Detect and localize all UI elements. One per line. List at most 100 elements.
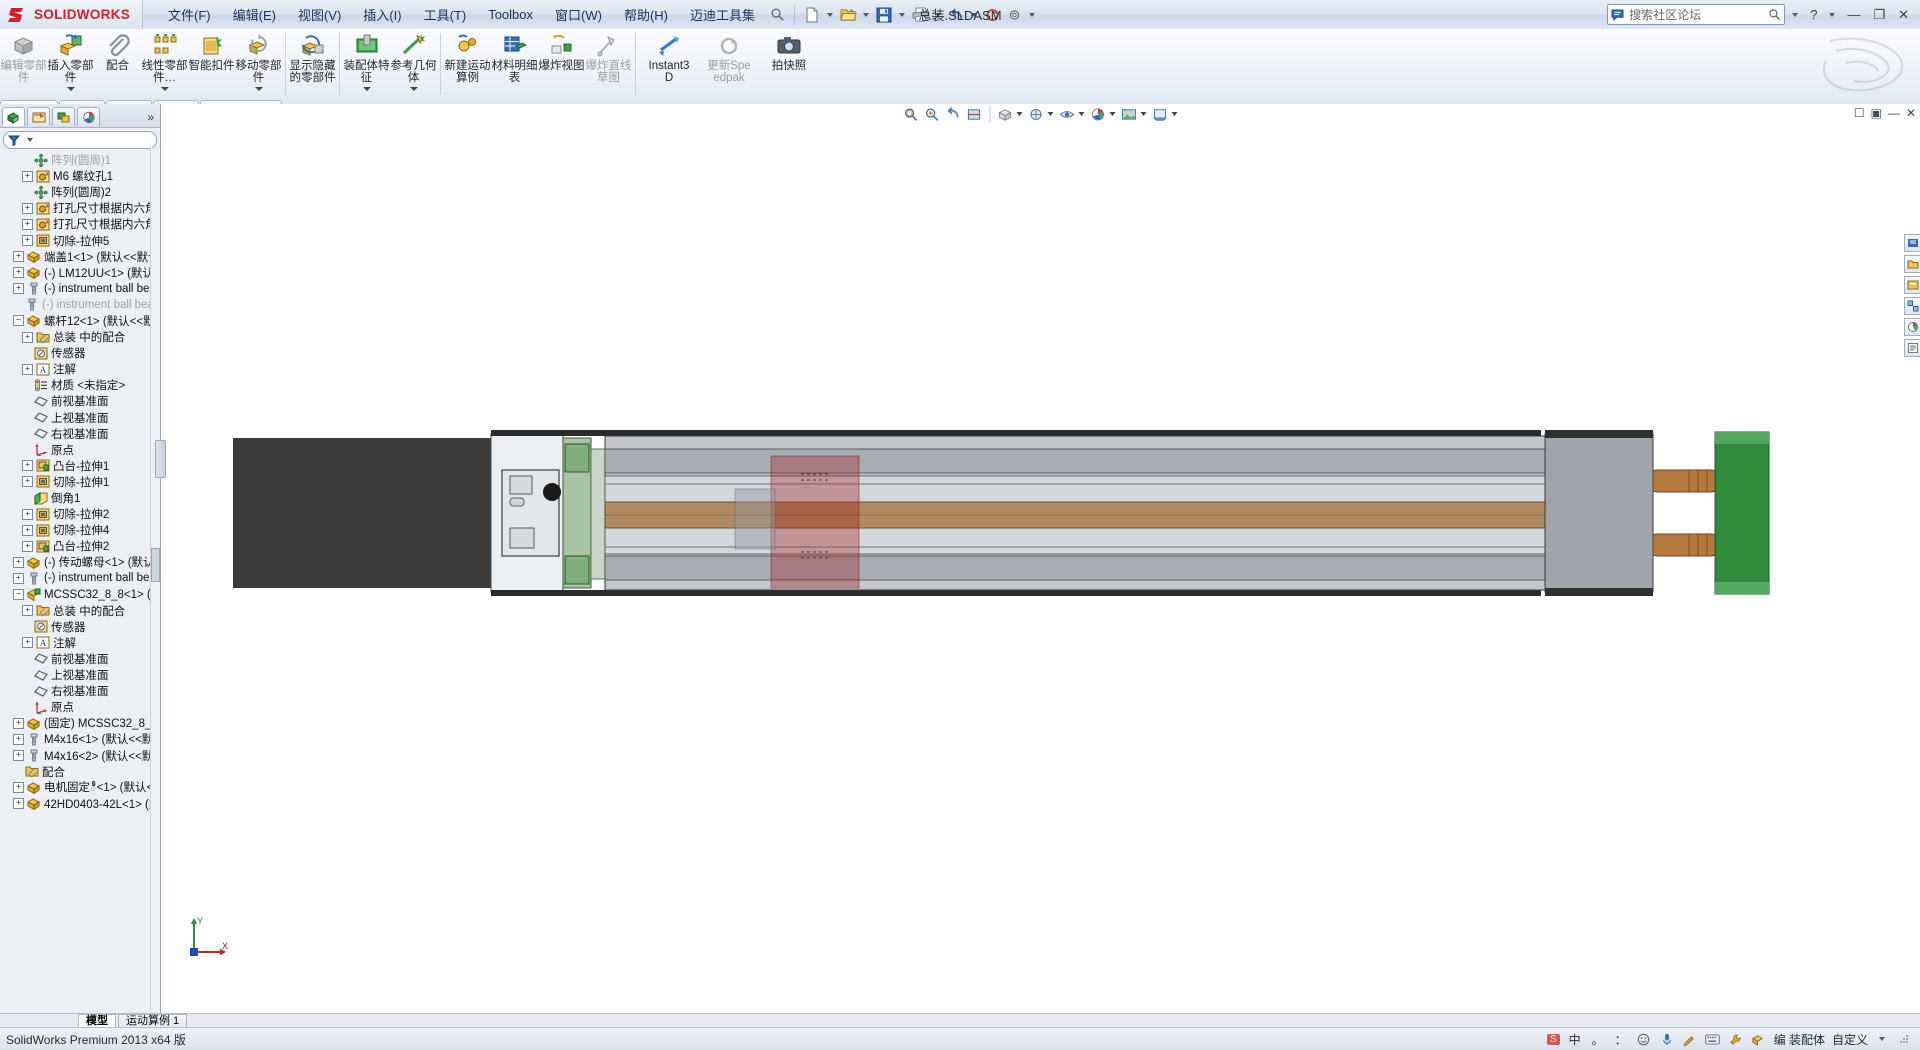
tree-item[interactable]: 倒角1 xyxy=(0,490,160,506)
tree-expand-button[interactable]: + xyxy=(13,283,24,295)
ribbon-show-hidden-components[interactable]: 显示隐藏的零部件 xyxy=(289,29,336,103)
tree-item[interactable]: 右视基准面 xyxy=(0,683,160,699)
tree-expand-button[interactable]: + xyxy=(13,750,24,762)
menu-maidi-toolset[interactable]: 迈迪工具集 xyxy=(679,1,766,28)
restore-button[interactable]: ❐ xyxy=(1868,6,1890,24)
ribbon-linear-component-pattern[interactable]: 线性零部件… xyxy=(141,29,188,103)
tree-expand-button[interactable]: + xyxy=(22,235,33,247)
ribbon-bill-of-materials[interactable]: 材料明细表 xyxy=(491,29,538,103)
panel-splitter-handle[interactable] xyxy=(155,440,166,478)
ribbon-edit-component[interactable]: 编辑零部件 xyxy=(0,29,47,103)
menu-edit[interactable]: 编辑(E) xyxy=(222,1,287,28)
print-caret-icon[interactable] xyxy=(935,12,941,17)
tree-item[interactable]: 前视基准面 xyxy=(0,651,160,667)
tree-item[interactable]: 原点 xyxy=(0,699,160,715)
keyboard-icon[interactable] xyxy=(1705,1031,1721,1047)
view-palette-icon[interactable] xyxy=(1904,297,1920,315)
tree-item[interactable]: + 切除-拉伸1 xyxy=(0,474,160,490)
tree-item[interactable]: − MCSSC32_8_8<1> (MCS xyxy=(0,587,160,603)
chinese-mode-icon[interactable]: 中 xyxy=(1567,1031,1583,1047)
tree-item[interactable]: + 切除-拉伸2 xyxy=(0,506,160,522)
punctuation-icon[interactable]: 。 xyxy=(1590,1031,1606,1047)
ribbon-update-speedpak[interactable]: 更新Speedpak xyxy=(699,29,759,103)
scroll-thumb[interactable] xyxy=(151,547,160,582)
options-gear-icon[interactable] xyxy=(1003,4,1025,26)
tree-item[interactable]: 右视基准面 xyxy=(0,426,160,442)
save-icon[interactable] xyxy=(873,4,895,26)
tree-expand-button[interactable]: + xyxy=(13,782,24,794)
units-caret-icon[interactable] xyxy=(1879,1037,1885,1041)
file-explorer-icon[interactable] xyxy=(1904,276,1920,294)
sogou-icon[interactable]: S xyxy=(1546,1033,1560,1045)
tree-item[interactable]: + (固定) MCSSC32_8_8 xyxy=(0,715,160,731)
tree-item[interactable]: + 端盖1<1> (默认<<默认> xyxy=(0,249,160,265)
save-caret-icon[interactable] xyxy=(899,12,905,17)
tree-expand-button[interactable]: + xyxy=(13,798,24,810)
tree-item[interactable]: + M4x16<2> (默认<<默 xyxy=(0,747,160,763)
tree-item[interactable]: 阵列(圆周)1 xyxy=(0,152,160,168)
menu-window[interactable]: 窗口(W) xyxy=(544,1,613,28)
ribbon-move-component[interactable]: 移动零部件 xyxy=(235,29,282,103)
tree-expand-button[interactable]: + xyxy=(22,170,33,182)
design-library-icon[interactable] xyxy=(1904,255,1920,273)
magnifier-icon[interactable] xyxy=(1768,8,1781,21)
filter-caret-icon[interactable] xyxy=(27,138,33,142)
feature-tree[interactable]: 阵列(圆周)1 + M6 螺纹孔1 阵列(圆周)2 + 打孔尺寸根据内六角墅 + 打孔尺寸根据… xyxy=(0,150,160,1016)
ribbon-exploded-view[interactable]: 爆炸视图 xyxy=(538,29,585,103)
tree-item[interactable]: 原点 xyxy=(0,442,160,458)
search-icon[interactable] xyxy=(766,4,788,26)
ribbon-mate[interactable]: 配合 xyxy=(94,29,141,103)
tree-item[interactable]: + 切除-拉伸5 xyxy=(0,232,160,248)
ribbon-explode-line-sketch[interactable]: 爆炸直线草图 xyxy=(585,29,632,103)
tree-item[interactable]: 传感器 xyxy=(0,619,160,635)
tree-item[interactable]: + M4x16<1> (默认<<默 xyxy=(0,731,160,747)
tree-expand-button[interactable]: + xyxy=(22,363,33,375)
tree-item[interactable]: + 凸台-拉伸1 xyxy=(0,458,160,474)
open-folder-caret-icon[interactable] xyxy=(863,12,869,17)
model-view[interactable] xyxy=(161,104,1920,1028)
property-manager-tab[interactable] xyxy=(27,107,50,126)
tree-expand-button[interactable]: + xyxy=(13,572,24,584)
chevron-down-icon[interactable] xyxy=(66,86,75,91)
tree-item[interactable]: + 凸台-拉伸2 xyxy=(0,538,160,554)
tree-item[interactable]: − 螺杆12<1> (默认<<默认 xyxy=(0,313,160,329)
tree-item[interactable]: 前视基准面 xyxy=(0,393,160,409)
tree-expand-button[interactable]: + xyxy=(22,524,33,536)
tree-expand-button[interactable]: + xyxy=(22,540,33,552)
comma-icon[interactable]: ： xyxy=(1613,1031,1629,1047)
tree-expand-button[interactable]: + xyxy=(22,476,33,488)
tree-item[interactable]: 阵列(圆周)2 xyxy=(0,184,160,200)
tree-item[interactable]: +42HD0403-42L<1> (默 xyxy=(0,796,160,812)
ribbon-new-motion-study[interactable]: 新建运动算例 xyxy=(444,29,491,103)
feature-tree-vertical-scrollbar[interactable] xyxy=(150,148,160,1017)
voice-icon[interactable] xyxy=(1659,1031,1675,1047)
tree-item[interactable]: + 打孔尺寸根据内六角墅 xyxy=(0,216,160,232)
tree-expand-button[interactable]: + xyxy=(22,508,33,520)
close-button[interactable]: ✕ xyxy=(1893,6,1914,24)
tree-item[interactable]: 传感器 xyxy=(0,345,160,361)
chevron-down-icon[interactable] xyxy=(409,86,418,91)
rebuild-icon[interactable] xyxy=(981,4,1003,26)
new-document-icon[interactable] xyxy=(801,4,823,26)
open-folder-icon[interactable] xyxy=(837,4,859,26)
tree-item[interactable]: 上视基准面 xyxy=(0,410,160,426)
tree-item[interactable]: + (-) instrument ball beari xyxy=(0,281,160,297)
ribbon-smart-fastener[interactable]: 智能扣件 xyxy=(188,29,235,103)
ribbon-insert-component[interactable]: 插入零部件 xyxy=(47,29,94,103)
tree-item[interactable]: + M6 螺纹孔1 xyxy=(0,168,160,184)
tree-expand-button[interactable]: + xyxy=(22,331,33,343)
menu-view[interactable]: 视图(V) xyxy=(287,1,352,28)
ribbon-take-snapshot[interactable]: 拍快照 xyxy=(759,29,819,103)
tree-item[interactable]: + (-) instrument ball beari xyxy=(0,570,160,586)
help-button[interactable]: ? xyxy=(1805,6,1822,23)
menu-help[interactable]: 帮助(H) xyxy=(613,1,679,28)
search-dropdown-caret-icon[interactable] xyxy=(1792,12,1799,17)
minimize-button[interactable]: — xyxy=(1842,6,1865,23)
tree-expand-button[interactable]: + xyxy=(13,556,24,568)
tree-expand-button[interactable]: + xyxy=(22,637,33,649)
feature-tree-filter[interactable] xyxy=(3,131,157,149)
tree-item[interactable]: + 总装 中的配合 xyxy=(0,603,160,619)
tree-expand-button[interactable]: + xyxy=(22,202,33,214)
tree-collapse-button[interactable]: − xyxy=(13,589,24,601)
tree-item[interactable]: + (-) LM12UU<1> (默认< xyxy=(0,265,160,281)
